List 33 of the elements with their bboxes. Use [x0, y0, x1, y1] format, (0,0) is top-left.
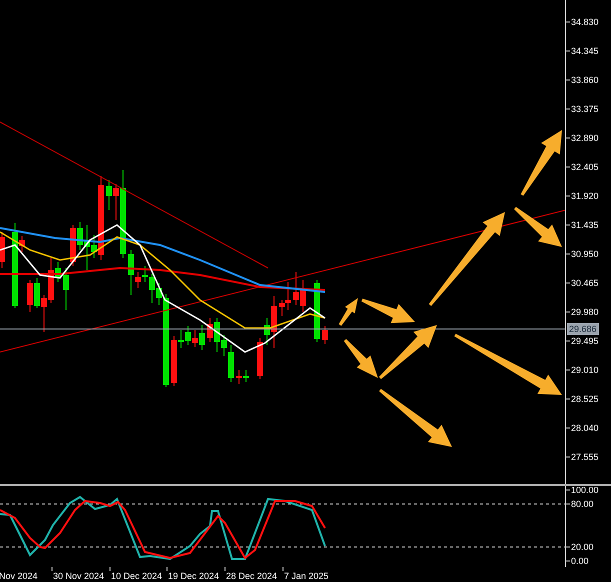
arrow: [361, 298, 415, 324]
price-tick-label: 30.950: [571, 249, 599, 259]
price-tick-label: 31.435: [571, 220, 599, 230]
oscillator-tick-label: 80.00: [571, 499, 594, 509]
arrow: [520, 130, 562, 196]
price-tick-label: 33.860: [571, 75, 599, 85]
price-tick-label: 29.495: [571, 336, 599, 346]
date-tick-label: 7 Jan 2025: [284, 571, 329, 581]
date-tick-label: 10 Dec 2024: [111, 571, 162, 581]
candlestick: [0, 232, 5, 268]
price-tick-label: 32.405: [571, 162, 599, 172]
price-tick-label: 34.345: [571, 46, 599, 56]
current-price-tag: 29.686: [567, 323, 599, 335]
oscillator-tick-label: 100.00: [571, 487, 599, 495]
date-tick-label: 19 Dec 2024: [168, 571, 220, 581]
price-tick-label: 33.375: [571, 104, 599, 114]
arrow: [514, 206, 562, 247]
price-tick-label: 30.465: [571, 278, 599, 288]
date-tick-label: 28 Dec 2024: [226, 571, 278, 581]
price-tick-label: 28.040: [571, 423, 599, 433]
price-tick-label: 28.525: [571, 394, 599, 404]
candlestick: [322, 326, 328, 344]
price-tick-label: 32.890: [571, 133, 599, 143]
date-tick-label: 30 Nov 2024: [53, 571, 104, 581]
price-tick-label: 27.555: [571, 452, 599, 462]
arrow: [338, 298, 358, 326]
date-tick-label: Nov 2024: [0, 571, 38, 581]
price-tick-label: 29.010: [571, 365, 599, 375]
price-tick-label: 29.980: [571, 307, 599, 317]
price-tick-label: 34.830: [571, 17, 599, 27]
oscillator-tick-label: 20.00: [571, 542, 594, 552]
price-tick-label: 31.920: [571, 191, 599, 201]
oscillator-tick-label: 0.00: [571, 556, 589, 566]
